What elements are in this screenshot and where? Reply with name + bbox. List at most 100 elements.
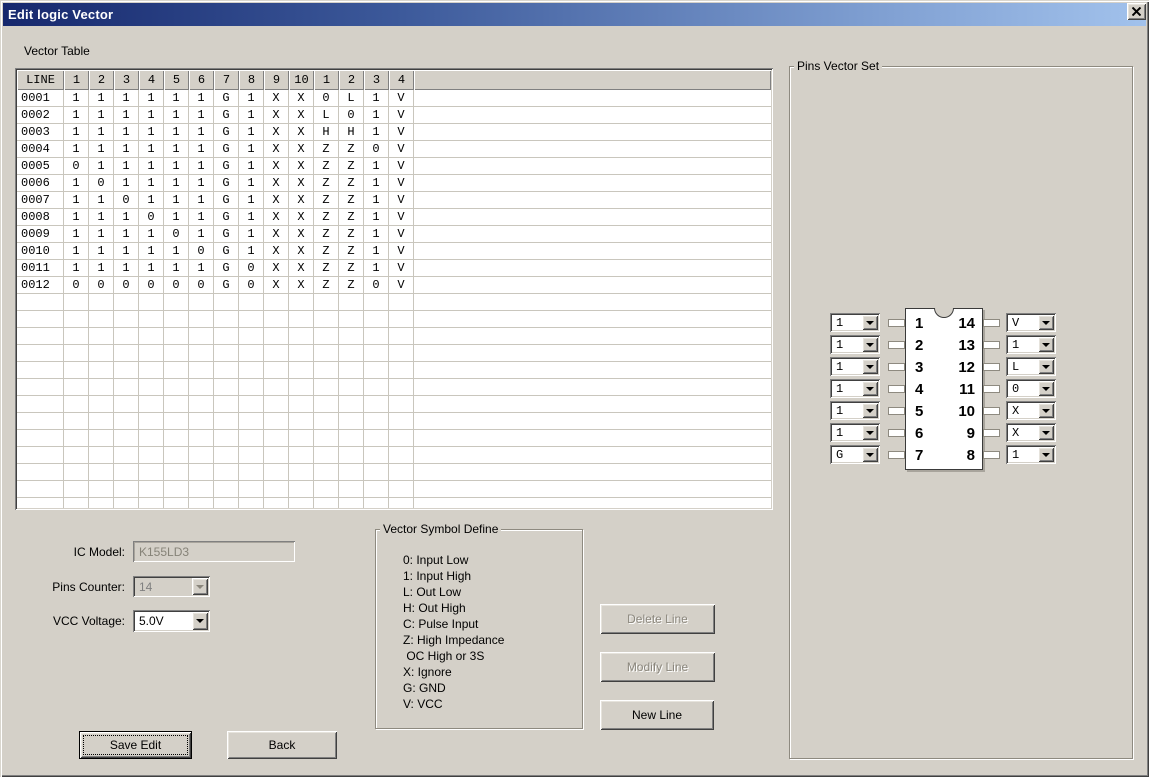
vector-value-cell: 1 [164,90,189,107]
pin-vector-value: 0 [1012,381,1020,396]
pin-1-select[interactable]: 1 [830,313,880,332]
vector-value-cell [89,362,114,379]
table-row[interactable]: 0012 0 0 0 0 0 0 G 0 X X Z Z 0 V [17,277,771,294]
vector-value-cell: 1 [239,209,264,226]
vector-value-cell [139,413,164,430]
filler-cell [414,345,771,362]
vector-value-cell: Z [314,226,339,243]
chevron-down-icon[interactable] [1038,381,1054,396]
vector-value-cell: Z [339,277,364,294]
filler-cell [414,396,771,413]
vector-value-cell: V [389,141,414,158]
vector-value-cell: X [289,192,314,209]
column-header-6: 6 [189,70,214,90]
pin-stub [983,319,1000,327]
vector-value-cell [239,328,264,345]
vector-value-cell [339,464,364,481]
vector-value-cell: G [214,175,239,192]
pin-9-select[interactable]: X [1006,423,1056,442]
chevron-down-icon[interactable] [862,425,878,440]
pin-4-select[interactable]: 1 [830,379,880,398]
chevron-down-icon[interactable] [1038,315,1054,330]
vector-value-cell: 1 [364,158,389,175]
pin-13-select[interactable]: 1 [1006,335,1056,354]
vector-value-cell [364,413,389,430]
pin-12-select[interactable]: L [1006,357,1056,376]
vector-value-cell: H [339,124,364,141]
pin-6-select[interactable]: 1 [830,423,880,442]
vector-value-cell: 1 [239,192,264,209]
vector-value-cell: 1 [164,107,189,124]
pin-14-select[interactable]: V [1006,313,1056,332]
vector-value-cell [214,430,239,447]
vector-table[interactable]: LINE 1 2 3 4 5 6 7 8 9 10 1 2 3 4 0001 1 1 1 1 1 1 G 1 X X 0 L 1 V 00… [15,68,773,510]
vector-value-cell [289,481,314,498]
pin-11-select[interactable]: 0 [1006,379,1056,398]
empty-table-row [17,345,771,362]
chevron-down-icon[interactable] [862,381,878,396]
vector-value-cell: 1 [164,209,189,226]
vector-value-cell: V [389,260,414,277]
vector-value-cell [264,328,289,345]
vector-value-cell: 1 [364,192,389,209]
vector-value-cell: 0 [139,277,164,294]
table-row[interactable]: 0008 1 1 1 0 1 1 G 1 X X Z Z 1 V [17,209,771,226]
table-row[interactable]: 0004 1 1 1 1 1 1 G 1 X X Z Z 0 V [17,141,771,158]
table-row[interactable]: 0011 1 1 1 1 1 1 G 0 X X Z Z 1 V [17,260,771,277]
empty-table-row [17,311,771,328]
empty-table-row [17,464,771,481]
chevron-down-icon[interactable] [862,337,878,352]
table-row[interactable]: 0002 1 1 1 1 1 1 G 1 X X L 0 1 V [17,107,771,124]
close-button[interactable] [1127,3,1146,20]
pin-vector-value: 1 [836,403,844,418]
line-number-cell: 0006 [17,175,64,192]
chevron-down-icon[interactable] [1038,447,1054,462]
down-triangle-icon [196,619,204,623]
back-button[interactable]: Back [227,731,337,759]
down-triangle-icon [866,342,874,347]
chevron-down-icon[interactable] [1038,337,1054,352]
new-line-button[interactable]: New Line [600,700,714,730]
line-number-cell [17,328,64,345]
chevron-down-icon[interactable] [862,359,878,374]
table-row[interactable]: 0010 1 1 1 1 1 0 G 1 X X Z Z 1 V [17,243,771,260]
vector-value-cell [114,362,139,379]
pin-10-select[interactable]: X [1006,401,1056,420]
vector-value-cell: X [264,141,289,158]
chevron-down-icon[interactable] [192,612,208,630]
titlebar[interactable]: Edit logic Vector [3,3,1146,26]
chevron-down-icon[interactable] [862,447,878,462]
vector-value-cell [289,430,314,447]
table-row[interactable]: 0009 1 1 1 1 0 1 G 1 X X Z Z 1 V [17,226,771,243]
vector-value-cell [364,430,389,447]
vector-value-cell [239,447,264,464]
chevron-down-icon[interactable] [1038,359,1054,374]
pin-3-select[interactable]: 1 [830,357,880,376]
pin-7-select[interactable]: G [830,445,880,464]
chevron-down-icon[interactable] [862,315,878,330]
table-row[interactable]: 0003 1 1 1 1 1 1 G 1 X X H H 1 V [17,124,771,141]
chevron-down-icon[interactable] [862,403,878,418]
pin-2-select[interactable]: 1 [830,335,880,354]
vector-value-cell: 1 [114,124,139,141]
vector-value-cell [264,481,289,498]
vector-value-cell: X [289,243,314,260]
pin-8-select[interactable]: 1 [1006,445,1056,464]
pin-5-select[interactable]: 1 [830,401,880,420]
vcc-voltage-select[interactable]: 5.0V [133,610,210,632]
down-triangle-icon [1042,408,1050,413]
vector-value-cell: Z [339,260,364,277]
chevron-down-icon[interactable] [1038,425,1054,440]
vector-value-cell [64,362,89,379]
table-row[interactable]: 0001 1 1 1 1 1 1 G 1 X X 0 L 1 V [17,90,771,107]
table-row[interactable]: 0005 0 1 1 1 1 1 G 1 X X Z Z 1 V [17,158,771,175]
save-edit-button[interactable]: Save Edit [79,731,192,759]
vector-value-cell [89,430,114,447]
chevron-down-icon[interactable] [1038,403,1054,418]
vector-value-cell [364,447,389,464]
table-row[interactable]: 0006 1 0 1 1 1 1 G 1 X X Z Z 1 V [17,175,771,192]
table-row[interactable]: 0007 1 1 0 1 1 1 G 1 X X Z Z 1 V [17,192,771,209]
vector-value-cell: Z [314,243,339,260]
vector-value-cell: X [289,260,314,277]
column-header-10: 10 [289,70,314,90]
